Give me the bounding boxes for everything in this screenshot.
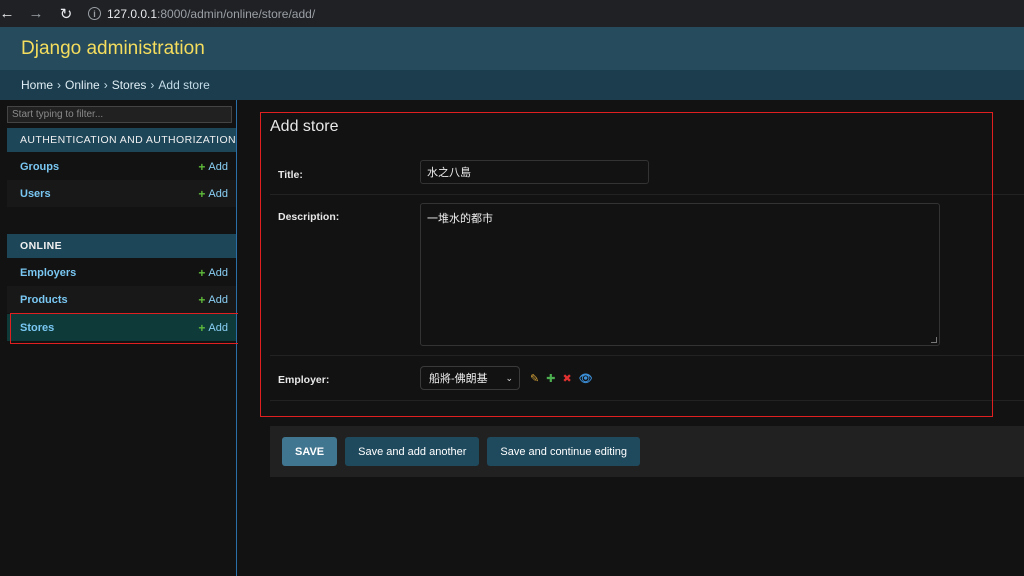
browser-toolbar: ← → ↻ i 127.0.0.1:8000/admin/online/stor…: [0, 0, 1024, 27]
add-stores-link[interactable]: + Add: [198, 321, 228, 335]
reload-icon[interactable]: ↻: [54, 2, 78, 26]
submit-row: SAVE Save and add another Save and conti…: [270, 426, 1024, 477]
add-groups-link[interactable]: + Add: [198, 160, 228, 174]
resize-handle-icon[interactable]: [931, 337, 937, 343]
employer-select[interactable]: 船將-佛朗基 ⌄: [420, 366, 520, 390]
main-content: Add store Title: 水之八島 Description: 一堆水的都…: [238, 100, 1024, 576]
sidebar-item-products[interactable]: Products + Add: [7, 286, 236, 313]
plus-icon: +: [198, 186, 206, 201]
sidebar-item-users[interactable]: Users + Add: [7, 180, 236, 207]
add-link-label: Add: [208, 321, 228, 334]
sidebar-item-label[interactable]: Users: [20, 188, 51, 200]
employer-selected-value: 船將-佛朗基: [429, 373, 488, 385]
add-link-label: Add: [208, 266, 228, 279]
form-row-description: Description: 一堆水的都市: [270, 203, 1024, 356]
plus-icon[interactable]: ✚: [546, 372, 555, 385]
url-path: :8000/admin/online/store/add/: [157, 6, 316, 21]
cross-icon[interactable]: ✖: [562, 372, 571, 385]
address-bar[interactable]: i 127.0.0.1:8000/admin/online/store/add/: [88, 2, 1024, 25]
save-and-continue-button[interactable]: Save and continue editing: [487, 437, 641, 466]
add-link-label: Add: [208, 187, 228, 200]
add-link-label: Add: [208, 160, 228, 173]
sidebar-item-stores[interactable]: Stores + Add: [7, 314, 236, 341]
employer-label: Employer:: [278, 374, 330, 386]
form-row-title: Title: 水之八島: [270, 160, 1024, 195]
add-users-link[interactable]: + Add: [198, 187, 228, 201]
sidebar-item-groups[interactable]: Groups + Add: [7, 153, 236, 180]
site-title-link[interactable]: Django administration: [21, 38, 205, 60]
sidebar-item-label[interactable]: Stores: [20, 322, 54, 334]
related-widget-actions: ✎ ✚ ✖ 👁: [530, 372, 593, 385]
page-title: Add store: [270, 118, 339, 135]
breadcrumb-separator: ›: [57, 78, 62, 92]
plus-icon: +: [198, 265, 206, 280]
module-caption-online[interactable]: ONLINE: [7, 234, 236, 258]
sidebar-item-employers[interactable]: Employers + Add: [7, 259, 236, 286]
description-label: Description:: [278, 211, 340, 223]
plus-icon: +: [198, 159, 206, 174]
module-caption-auth[interactable]: AUTHENTICATION AND AUTHORIZATION: [7, 128, 236, 152]
description-textarea[interactable]: 一堆水的都市: [420, 203, 940, 346]
save-button[interactable]: SAVE: [282, 437, 338, 466]
chevron-down-icon: ⌄: [505, 372, 513, 383]
eye-icon[interactable]: 👁: [579, 372, 593, 385]
forward-arrow-icon[interactable]: →: [24, 2, 48, 26]
nav-filter-input[interactable]: [7, 106, 232, 123]
sidebar-item-label[interactable]: Products: [20, 294, 68, 306]
plus-icon: +: [198, 320, 206, 335]
info-icon[interactable]: i: [88, 7, 101, 20]
breadcrumb-stores[interactable]: Stores: [112, 78, 147, 92]
breadcrumb-separator: ›: [103, 78, 108, 92]
sidebar-item-label[interactable]: Employers: [20, 267, 76, 279]
add-employers-link[interactable]: + Add: [198, 266, 228, 280]
title-input[interactable]: 水之八島: [420, 160, 649, 184]
add-link-label: Add: [208, 293, 228, 306]
breadcrumb-home[interactable]: Home: [21, 78, 53, 92]
description-value: 一堆水的都市: [427, 213, 493, 225]
form-row-employer: Employer: 船將-佛朗基 ⌄ ✎ ✚ ✖ 👁: [270, 366, 1024, 401]
breadcrumb-current: Add store: [158, 78, 210, 92]
site-header: Django administration: [0, 27, 1024, 70]
url-host: 127.0.0.1: [107, 6, 158, 21]
pencil-icon[interactable]: ✎: [530, 372, 539, 385]
sidebar-item-label[interactable]: Groups: [20, 161, 59, 173]
back-arrow-icon[interactable]: ←: [0, 2, 15, 26]
breadcrumb-online[interactable]: Online: [65, 78, 100, 92]
breadcrumb: Home › Online › Stores › Add store: [0, 70, 1024, 100]
title-label: Title:: [278, 169, 303, 181]
plus-icon: +: [198, 292, 206, 307]
save-and-add-another-button[interactable]: Save and add another: [345, 437, 480, 466]
add-products-link[interactable]: + Add: [198, 293, 228, 307]
nav-sidebar: AUTHENTICATION AND AUTHORIZATION Groups …: [0, 100, 237, 576]
breadcrumb-separator: ›: [150, 78, 155, 92]
